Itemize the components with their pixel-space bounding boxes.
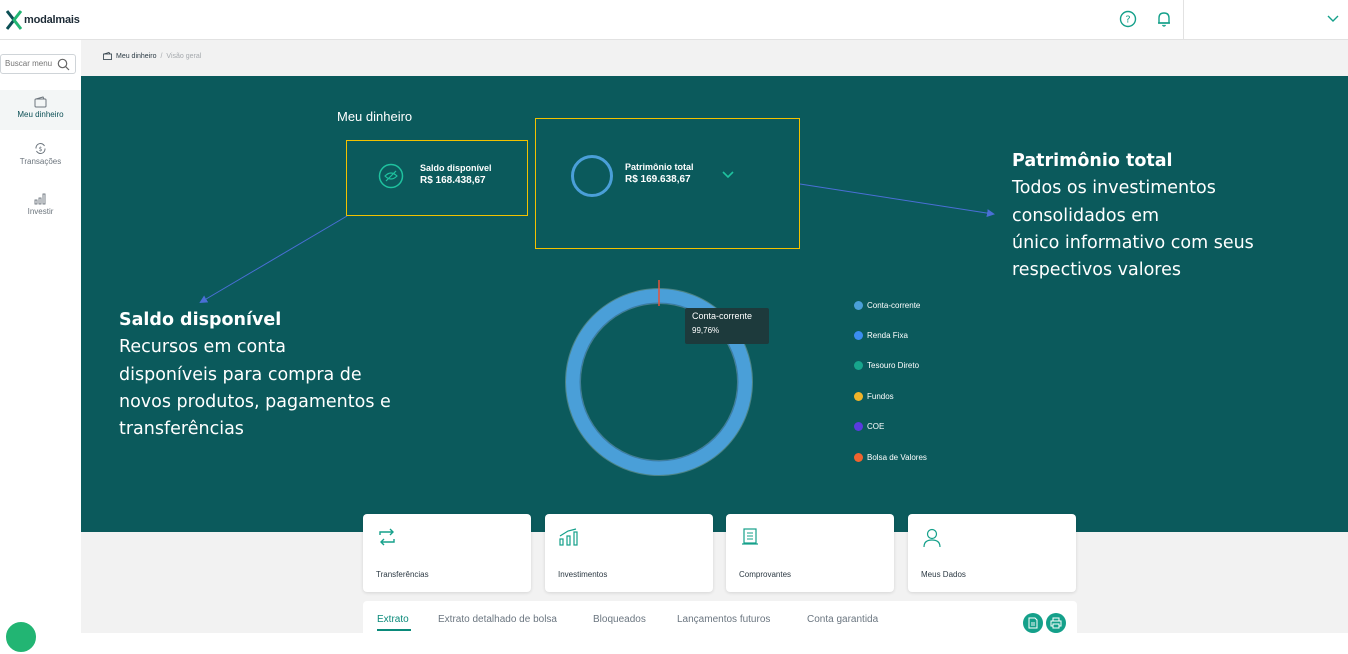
annotation-title: Saldo disponível	[119, 310, 282, 330]
money-cycle-icon: $	[35, 143, 46, 154]
summary-panel: Meu dinheiro Saldo disponível R$ 168.438…	[81, 76, 1348, 532]
annotation-line: consolidados em	[1012, 205, 1160, 226]
breadcrumb-current: Visão geral	[166, 52, 202, 60]
action-card-comprovantes[interactable]: Comprovantes	[726, 514, 894, 592]
printer-icon	[1050, 617, 1062, 629]
account-dropdown[interactable]	[1183, 0, 1348, 40]
sidebar-item-meu-dinheiro[interactable]: Meu dinheiro	[0, 90, 81, 130]
sidebar-item-investir[interactable]: Investir	[0, 192, 81, 216]
chevron-down-icon	[1327, 15, 1339, 22]
logo[interactable]: modalmais	[6, 10, 80, 30]
annotation-saldo: Saldo disponível Recursos em conta dispo…	[119, 307, 391, 443]
breadcrumb: Meu dinheiro / Visão geral	[103, 52, 201, 60]
annotation-line: transferências	[119, 419, 244, 440]
active-tab-indicator	[377, 629, 411, 631]
annotation-line: respectivos valores	[1012, 260, 1182, 281]
svg-text:?: ?	[1125, 15, 1130, 26]
action-card-label: Comprovantes	[739, 570, 792, 579]
annotation-line: disponíveis para compra de	[119, 364, 362, 385]
sidebar-item-label: Transações	[19, 157, 62, 166]
receipt-icon	[742, 528, 758, 545]
search-box[interactable]	[0, 54, 76, 74]
action-card-label: Transferências	[376, 570, 429, 579]
annotation-line: Recursos em conta	[119, 337, 286, 358]
breadcrumb-separator: /	[160, 52, 163, 60]
help-icon[interactable]: ?	[1119, 10, 1137, 28]
action-card-investimentos[interactable]: Investimentos	[545, 514, 713, 592]
print-button[interactable]	[1046, 613, 1066, 633]
modalmais-logo-icon	[6, 10, 22, 30]
top-bar: modalmais ?	[0, 0, 1348, 40]
action-card-transferencias[interactable]: Transferências	[363, 514, 531, 592]
help-fab-button[interactable]	[4, 620, 38, 654]
breadcrumb-bar: Meu dinheiro / Visão geral	[81, 40, 1348, 76]
statement-tabs: Extrato Extrato detalhado de bolsa Bloqu…	[363, 601, 1077, 633]
sidebar-item-transacoes[interactable]: $ Transações	[0, 142, 81, 166]
annotation-line: único informativo com seus	[1012, 232, 1254, 253]
logo-text: modalmais	[24, 14, 80, 26]
action-card-label: Meus Dados	[921, 570, 966, 579]
wallet-icon	[34, 96, 47, 108]
tab-conta-garantida[interactable]: Conta garantida	[807, 614, 878, 625]
pdf-file-icon	[1028, 617, 1038, 629]
tab-bloqueados[interactable]: Bloqueados	[593, 614, 646, 625]
sidebar-item-label: Investir	[27, 207, 54, 216]
sidebar-item-label: Meu dinheiro	[17, 110, 64, 119]
notification-bell-icon[interactable]	[1155, 10, 1173, 28]
growth-chart-icon	[559, 528, 578, 546]
sidebar: Meu dinheiro $ Transações Investir	[0, 40, 81, 633]
annotation-arrows	[199, 183, 995, 304]
breadcrumb-root[interactable]: Meu dinheiro	[116, 53, 156, 60]
export-pdf-button[interactable]	[1023, 613, 1043, 633]
transfer-arrows-icon	[379, 528, 395, 546]
annotation-arrow-patrimonio	[799, 183, 995, 218]
search-input[interactable]	[5, 59, 55, 68]
tab-extrato[interactable]: Extrato	[377, 614, 409, 625]
svg-text:$: $	[39, 146, 43, 153]
annotation-title: Patrimônio total	[1012, 151, 1173, 171]
annotation-line: Todos os investimentos	[1012, 178, 1216, 199]
action-card-meus-dados[interactable]: Meus Dados	[908, 514, 1076, 592]
search-icon[interactable]	[57, 58, 70, 71]
wallet-icon	[103, 52, 112, 60]
annotation-patrimonio: Patrimônio total Todos os investimentos …	[1012, 148, 1254, 284]
annotation-line: novos produtos, pagamentos e	[119, 391, 391, 412]
bar-chart-icon	[34, 193, 46, 205]
action-card-label: Investimentos	[558, 570, 608, 579]
annotation-arrow-saldo	[199, 215, 348, 304]
tab-extrato-detalhado-bolsa[interactable]: Extrato detalhado de bolsa	[438, 614, 557, 625]
user-icon	[923, 528, 941, 548]
tab-lancamentos-futuros[interactable]: Lançamentos futuros	[677, 614, 770, 625]
